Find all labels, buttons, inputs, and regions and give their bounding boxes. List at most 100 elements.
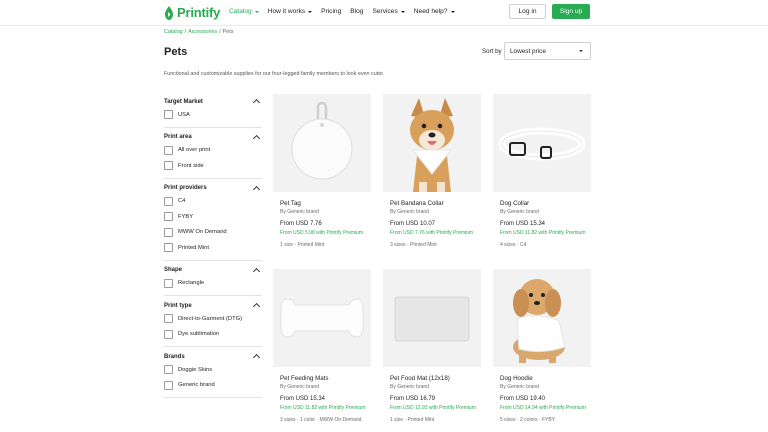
breadcrumb-separator: / <box>219 29 221 35</box>
nav-item-label: Catalog <box>229 8 252 15</box>
chevron-down-icon <box>308 10 313 13</box>
main-nav: Catalog How it works Pricing Blog Services Ne… <box>229 8 464 15</box>
product-name[interactable]: Pet Bandana Collar <box>390 200 481 207</box>
filter-checkbox[interactable] <box>164 329 173 339</box>
bone-mat-image[interactable] <box>273 269 371 367</box>
filter-option[interactable]: MWW On Demand <box>164 225 262 241</box>
filter-checkbox[interactable] <box>164 365 173 375</box>
filter-group-header[interactable]: Print providers <box>164 183 262 194</box>
filter-option[interactable]: All over print <box>164 143 262 159</box>
filter-group-header[interactable]: Print area <box>164 132 262 143</box>
filter-option-label: Rectangle <box>178 280 205 287</box>
filter-option-label: Generic brand <box>178 382 215 389</box>
filter-checkbox[interactable] <box>164 227 173 237</box>
product-card[interactable]: Dog Collar By Generic brand From USD 15.34… <box>493 94 591 248</box>
food-mat-image[interactable] <box>383 269 481 367</box>
printify-logo-icon <box>165 5 173 20</box>
filter-sidebar: Target Market USA Print area All over print… <box>164 96 262 402</box>
nav-item-how-it-works[interactable]: How it works <box>267 8 313 15</box>
dog-bandana-image[interactable] <box>383 94 481 192</box>
product-card[interactable]: Dog Hoodie By Generic brand From USD 19.40… <box>493 269 591 423</box>
filter-option[interactable]: USA <box>164 107 262 123</box>
breadcrumb-separator: / <box>184 29 187 35</box>
filter-option-label: All over print <box>178 147 211 154</box>
product-price: From USD 10.07 <box>390 221 436 227</box>
filter-option[interactable]: Rectangle <box>164 276 262 292</box>
product-name[interactable]: Pet Feeding Mats <box>280 375 371 382</box>
product-price: From USD 15.34 <box>280 396 326 402</box>
filter-option-label: C4 <box>178 198 186 205</box>
product-card[interactable]: Pet Feeding Mats By Generic brand From USD… <box>273 269 371 423</box>
filter-checkbox[interactable] <box>164 196 173 206</box>
filter-checkbox[interactable] <box>164 110 173 120</box>
sort-dropdown[interactable]: Lowest price <box>504 42 591 60</box>
product-card[interactable]: Pet Food Mat (12x18) By Generic brand From… <box>383 269 481 423</box>
filter-checkbox[interactable] <box>164 212 173 222</box>
product-premium-price: From USD 11.82 with Printify Premium <box>500 230 586 236</box>
nav-item-catalog[interactable]: Catalog <box>229 8 259 15</box>
breadcrumb-accessories[interactable]: Accessories <box>188 29 217 35</box>
dog-collar-image[interactable] <box>493 94 591 192</box>
product-name[interactable]: Dog Collar <box>500 200 591 207</box>
product-brand: By Generic brand <box>390 384 429 390</box>
chevron-up-icon[interactable] <box>252 353 261 362</box>
page-title: Pets <box>164 46 188 58</box>
top-header: Printify Catalog How it works Pricing Blog S… <box>0 0 768 26</box>
chevron-up-icon[interactable] <box>252 302 261 311</box>
filter-group-header[interactable]: Shape <box>164 265 262 276</box>
chevron-up-icon[interactable] <box>252 98 261 107</box>
product-meta: 1 size · Printed Mint <box>390 417 435 423</box>
filter-group-title: Target Market <box>164 98 203 105</box>
nav-item-label: Blog <box>350 8 364 15</box>
nav-item-label: Pricing <box>321 8 342 15</box>
product-price: From USD 15.34 <box>500 221 546 227</box>
filter-group-header[interactable]: Brands <box>164 351 262 362</box>
filter-checkbox[interactable] <box>164 278 173 288</box>
pet-tag-image[interactable] <box>273 94 371 192</box>
product-name[interactable]: Pet Food Mat (12x18) <box>390 375 481 382</box>
login-button[interactable]: Log in <box>509 4 546 19</box>
nav-item-services[interactable]: Services <box>372 8 405 15</box>
filter-group: Print providers C4 FYBY MWW On Demand Printe… <box>164 183 262 261</box>
nav-item-need-help[interactable]: Need help? <box>414 8 455 15</box>
filter-option[interactable]: Printed Mint <box>164 240 262 256</box>
chevron-up-icon[interactable] <box>252 134 261 142</box>
nav-item-blog[interactable]: Blog <box>350 8 363 15</box>
chevron-down-icon <box>400 10 405 13</box>
filter-checkbox[interactable] <box>164 145 173 155</box>
chevron-up-icon[interactable] <box>252 185 261 193</box>
nav-item-pricing[interactable]: Pricing <box>321 8 341 15</box>
product-brand: By Generic brand <box>500 384 539 390</box>
filter-option[interactable]: Generic brand <box>164 378 262 394</box>
filter-checkbox[interactable] <box>164 314 173 324</box>
filter-option[interactable]: Dye sublimation <box>164 327 262 343</box>
filter-group: Brands Doggie Skins Generic brand <box>164 351 262 398</box>
chevron-up-icon[interactable] <box>252 267 261 275</box>
product-name[interactable]: Pet Tag <box>280 200 371 207</box>
filter-group-header[interactable]: Target Market <box>164 96 262 107</box>
signup-button[interactable]: Sign up <box>552 4 590 19</box>
filter-option[interactable]: C4 <box>164 194 262 210</box>
filter-option[interactable]: Doggie Skins <box>164 362 262 378</box>
product-name[interactable]: Dog Hoodie <box>500 375 591 382</box>
filter-option-label: Direct-to-Garment (DTG) <box>178 315 243 322</box>
filter-option[interactable]: FYBY <box>164 209 262 225</box>
product-brand: By Generic brand <box>280 209 319 215</box>
filter-option-label: Doggie Skins <box>178 366 213 373</box>
dog-hoodie-image[interactable] <box>493 269 591 367</box>
product-brand: By Generic brand <box>500 209 539 215</box>
breadcrumb-current: Pets <box>222 29 234 35</box>
filter-group-header[interactable]: Print type <box>164 300 262 311</box>
nav-item-label: How it works <box>267 8 306 15</box>
breadcrumb-catalog[interactable]: Catalog <box>164 29 183 35</box>
product-price: From USD 16.79 <box>390 396 436 402</box>
product-premium-price: From USD 7.76 with Printify Premium <box>390 230 474 236</box>
product-card[interactable]: Pet Bandana Collar By Generic brand From U… <box>383 94 481 248</box>
product-card[interactable]: Pet Tag By Generic brand From USD 7.76 From… <box>273 94 371 248</box>
filter-checkbox[interactable] <box>164 380 173 390</box>
filter-option[interactable]: Direct-to-Garment (DTG) <box>164 311 262 327</box>
filter-option[interactable]: Front side <box>164 158 262 174</box>
filter-checkbox[interactable] <box>164 161 173 171</box>
printify-logo[interactable]: Printify <box>164 5 220 20</box>
filter-checkbox[interactable] <box>164 243 173 253</box>
